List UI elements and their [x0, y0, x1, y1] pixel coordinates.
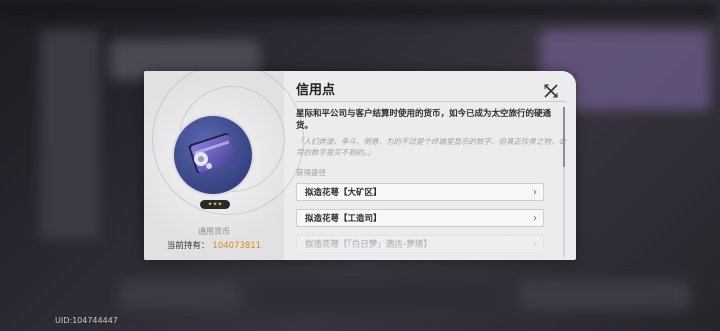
- acquire-route-item[interactable]: 拟造花萼【大矿区】 ›: [296, 183, 544, 201]
- route-label: 拟造花萼【「白日梦」酒店-梦境】: [305, 240, 432, 250]
- scrollbar[interactable]: [563, 107, 565, 257]
- chevron-right-icon: ›: [533, 187, 537, 198]
- item-flavor-text: 「人们奔波、争斗、倒悬，为的不过是个终端里显示的数字。但真正珍贵之物，公司的数字…: [296, 137, 566, 157]
- scrollbar-thumb[interactable]: [563, 107, 565, 167]
- acquire-route-item[interactable]: 拟造花萼【工造司】 ›: [296, 209, 544, 227]
- uid-label: UID:104744447: [55, 316, 118, 325]
- holding-label: 当前持有：: [166, 241, 210, 251]
- holding-info: 当前持有： 104073811: [144, 239, 284, 251]
- rarity-stars: ✦✦✦: [207, 201, 223, 208]
- holding-value: 104073811: [212, 241, 262, 251]
- item-icon-frame: [174, 116, 252, 194]
- route-label: 拟造花萼【大矿区】: [305, 188, 382, 198]
- chevron-right-icon: ›: [533, 239, 537, 250]
- item-description: 星际和平公司与客户结算时使用的货币，如今已成为太空旅行的硬通货。: [296, 109, 552, 131]
- route-label: 拟造花萼【工造司】: [305, 214, 382, 224]
- rarity-badge: ✦✦✦: [200, 200, 230, 209]
- title-divider: [296, 101, 566, 102]
- acquire-route-item[interactable]: 拟造花萼【「白日梦」酒店-梦境】 ›: [296, 235, 544, 253]
- chevron-right-icon: ›: [533, 213, 537, 224]
- credit-card-icon: [188, 133, 237, 174]
- item-type-label: 通用货币: [198, 227, 230, 236]
- item-preview: ✦✦✦ 通用货币 当前持有： 104073811: [144, 71, 304, 260]
- close-icon[interactable]: [543, 83, 559, 99]
- item-detail-panel: ✦✦✦ 通用货币 当前持有： 104073811 信用点 星际和平公司与客户结算时…: [144, 71, 576, 260]
- acquire-section-label: 获得途径: [296, 168, 326, 177]
- item-title: 信用点: [296, 83, 336, 98]
